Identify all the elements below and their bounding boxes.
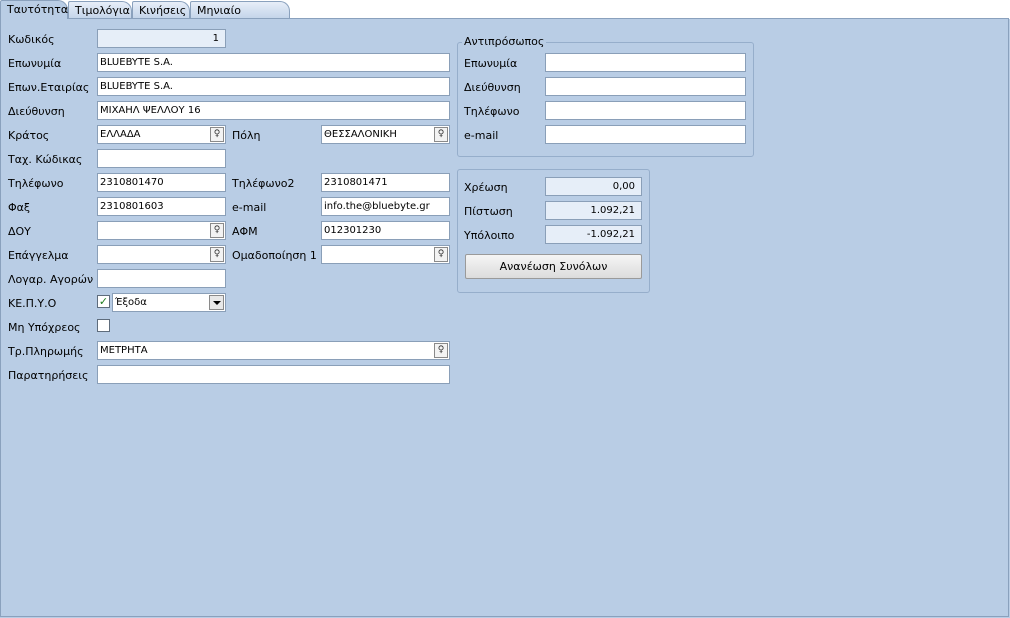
kepyo-checkbox[interactable]: ✓ <box>97 295 110 308</box>
rep-name-field[interactable] <box>545 53 746 72</box>
lightbulb-icon[interactable]: ♀ <box>434 127 448 142</box>
tab-transactions[interactable]: Κινήσεις <box>132 1 190 18</box>
lightbulb-icon[interactable]: ♀ <box>210 223 224 238</box>
phone2-label: Τηλέφωνο2 <box>232 177 295 190</box>
address-label: Διεύθυνση <box>8 105 65 118</box>
chevron-down-icon[interactable] <box>209 295 224 310</box>
kepyo-type-value: Έξοδα <box>115 297 147 308</box>
rep-address-field[interactable] <box>545 77 746 96</box>
postal-code-field[interactable] <box>97 149 226 168</box>
not-obliged-checkbox[interactable] <box>97 319 110 332</box>
country-field[interactable]: ΕΛΛΑΔΑ ♀ <box>97 125 226 144</box>
payment-method-field[interactable]: ΜΕΤΡΗΤΑ ♀ <box>97 341 450 360</box>
city-field[interactable]: ΘΕΣΣΑΛΟΝΙΚΗ ♀ <box>321 125 450 144</box>
purchase-account-field[interactable] <box>97 269 226 288</box>
name-label: Επωνυμία <box>8 57 62 70</box>
group1-field[interactable]: ♀ <box>321 245 450 264</box>
email-field[interactable]: info.the@bluebyte.gr <box>321 197 450 216</box>
rep-email-label: e-mail <box>464 129 499 142</box>
lightbulb-icon[interactable]: ♀ <box>210 247 224 262</box>
credit-label: Πίστωση <box>464 205 513 218</box>
rep-name-label: Επωνυμία <box>464 57 518 70</box>
debit-field: 0,00 <box>545 177 642 196</box>
kepyo-label: ΚΕ.Π.Υ.Ο <box>8 297 57 310</box>
email-label: e-mail <box>232 201 267 214</box>
city-value: ΘΕΣΣΑΛΟΝΙΚΗ <box>324 129 397 140</box>
fax-field[interactable]: 2310801603 <box>97 197 226 216</box>
lightbulb-icon[interactable]: ♀ <box>210 127 224 142</box>
company-name-field[interactable]: BLUEBYTE S.A. <box>97 77 450 96</box>
balance-label: Υπόλοιπο <box>464 229 515 242</box>
debit-label: Χρέωση <box>464 181 508 194</box>
profession-field[interactable]: ♀ <box>97 245 226 264</box>
city-label: Πόλη <box>232 129 261 142</box>
country-value: ΕΛΛΑΔΑ <box>100 129 141 140</box>
postal-code-label: Ταχ. Κώδικας <box>8 153 83 166</box>
tab-identity[interactable]: Ταυτότητα <box>0 0 68 19</box>
rep-phone-label: Τηλέφωνο <box>464 105 520 118</box>
credit-field: 1.092,21 <box>545 201 642 220</box>
payment-method-value: ΜΕΤΡΗΤΑ <box>100 345 148 356</box>
fax-label: Φαξ <box>8 201 31 214</box>
lightbulb-icon[interactable]: ♀ <box>434 343 448 358</box>
profession-label: Επάγγελμα <box>8 249 69 262</box>
company-name-label: Επων.Εταιρίας <box>8 81 90 94</box>
vat-label: ΑΦΜ <box>232 225 258 238</box>
name-field[interactable]: BLUEBYTE S.A. <box>97 53 450 72</box>
tax-office-field[interactable]: ♀ <box>97 221 226 240</box>
lightbulb-icon[interactable]: ♀ <box>434 247 448 262</box>
tab-bar: Ταυτότητα Τιμολόγια Κινήσεις Μηνιαίο Ισο… <box>0 0 1010 34</box>
notes-field[interactable] <box>97 365 450 384</box>
refresh-totals-button[interactable]: Ανανέωση Συνόλων <box>465 254 642 279</box>
checkmark-icon: ✓ <box>98 295 109 308</box>
kepyo-type-select[interactable]: Έξοδα <box>112 293 226 312</box>
phone-label: Τηλέφωνο <box>8 177 64 190</box>
purchase-account-label: Λογαρ. Αγορών <box>8 273 94 286</box>
code-field[interactable]: 1 <box>97 29 226 48</box>
representative-title: Αντιπρόσωπος <box>462 35 547 49</box>
tax-office-label: ΔΟΥ <box>8 225 31 238</box>
group1-label: Ομαδοποίηση 1 <box>232 249 317 262</box>
balance-field: -1.092,21 <box>545 225 642 244</box>
rep-address-label: Διεύθυνση <box>464 81 521 94</box>
not-obliged-label: Μη Υπόχρεος <box>8 321 81 334</box>
phone2-field[interactable]: 2310801471 <box>321 173 450 192</box>
rep-email-field[interactable] <box>545 125 746 144</box>
rep-phone-field[interactable] <box>545 101 746 120</box>
address-field[interactable]: ΜΙΧΑΗΛ ΨΕΛΛΟΥ 16 <box>97 101 450 120</box>
payment-method-label: Τρ.Πληρωμής <box>8 345 84 358</box>
tab-monthly-balance[interactable]: Μηνιαίο Ισοζύγιο <box>190 1 290 34</box>
tab-invoices[interactable]: Τιμολόγια <box>68 1 132 18</box>
vat-field[interactable]: 012301230 <box>321 221 450 240</box>
country-label: Κράτος <box>8 129 50 142</box>
code-label: Κωδικός <box>8 33 55 46</box>
phone-field[interactable]: 2310801470 <box>97 173 226 192</box>
notes-label: Παρατηρήσεις <box>8 369 89 382</box>
